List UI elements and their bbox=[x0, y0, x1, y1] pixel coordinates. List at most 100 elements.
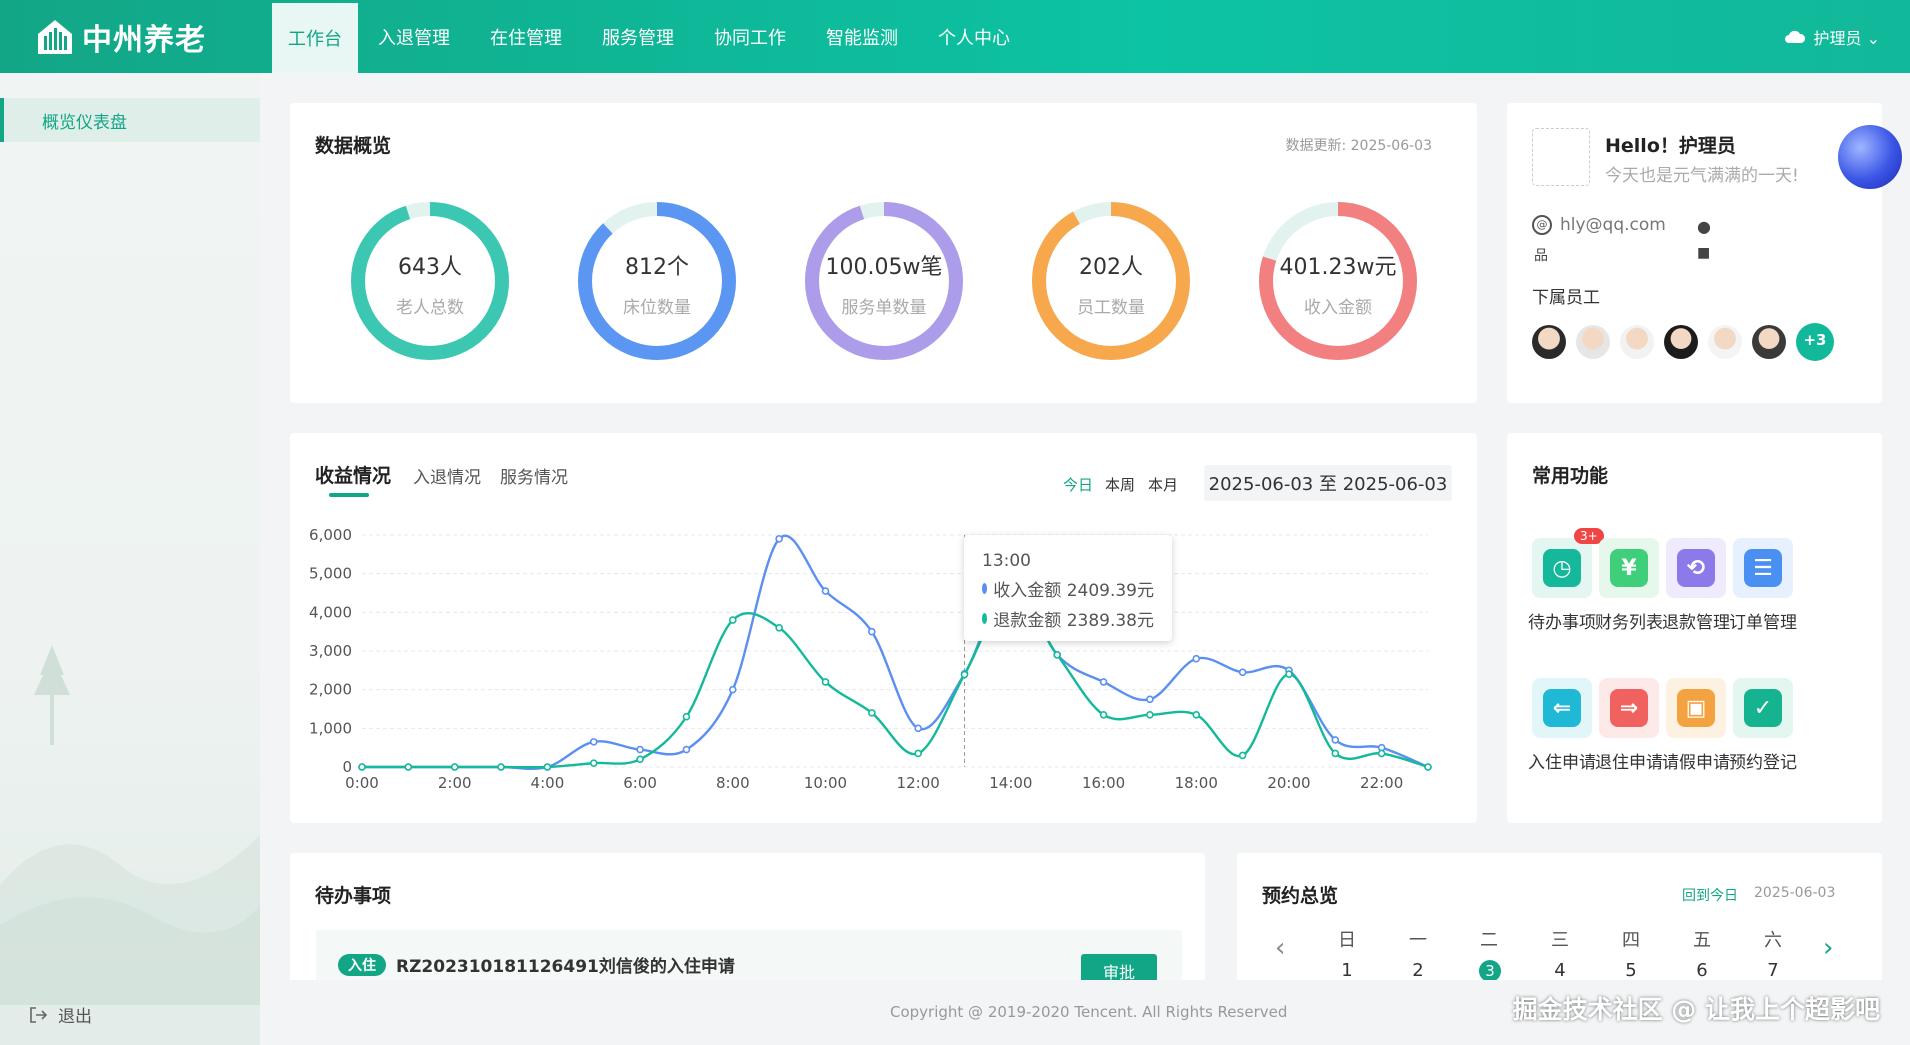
logout-button[interactable]: 退出 bbox=[28, 1002, 92, 1027]
calendar-day[interactable]: 5 bbox=[1611, 960, 1651, 981]
stat-label: 床位数量 bbox=[623, 298, 691, 318]
data-point[interactable] bbox=[821, 678, 830, 686]
data-point[interactable] bbox=[868, 627, 876, 636]
data-point[interactable] bbox=[497, 763, 505, 771]
data-point[interactable] bbox=[775, 624, 783, 632]
calendar-day[interactable]: 3 bbox=[1479, 960, 1501, 982]
data-point[interactable] bbox=[1424, 763, 1432, 771]
nav-admission[interactable]: 入退管理 bbox=[358, 0, 470, 73]
function-icon-glyph: ✓ bbox=[1744, 689, 1782, 727]
data-point[interactable] bbox=[589, 738, 598, 746]
data-point[interactable] bbox=[1099, 678, 1108, 686]
data-point[interactable] bbox=[821, 587, 830, 595]
data-point[interactable] bbox=[404, 763, 413, 771]
data-point[interactable] bbox=[914, 724, 922, 733]
data-point[interactable] bbox=[1238, 751, 1247, 760]
data-point[interactable] bbox=[1331, 736, 1340, 744]
todo-title: 待办事项 bbox=[315, 885, 392, 907]
stat-ring-graphic bbox=[578, 202, 736, 360]
tab-service[interactable]: 服务情况 bbox=[500, 463, 568, 488]
function-label: 请假申请 bbox=[1662, 753, 1730, 773]
y-tick-label: 1,000 bbox=[309, 719, 352, 737]
function-alarm-clock[interactable]: ◷ 待办事项 3+ bbox=[1524, 528, 1604, 633]
nav-services[interactable]: 服务管理 bbox=[582, 0, 694, 73]
range-month[interactable]: 本月 bbox=[1148, 474, 1178, 495]
back-today-link[interactable]: 回到今日 bbox=[1682, 885, 1738, 905]
calendar-day[interactable]: 6 bbox=[1682, 960, 1722, 981]
nav-profile[interactable]: 个人中心 bbox=[918, 0, 1030, 73]
function-leave[interactable]: ▣ 请假申请 bbox=[1658, 678, 1734, 773]
tab-revenue[interactable]: 收益情况 bbox=[315, 461, 391, 488]
range-today[interactable]: 今日 bbox=[1063, 474, 1093, 495]
profile-card: Hello！护理员 今天也是元气满满的一天! @ hly@qq.com ● 品 … bbox=[1507, 103, 1902, 403]
profile-subtitle: 今天也是元气满满的一天! bbox=[1605, 166, 1799, 186]
nav-monitoring[interactable]: 智能监测 bbox=[806, 0, 918, 73]
function-check-in[interactable]: ⇐ 入住申请 bbox=[1524, 678, 1600, 773]
data-point[interactable] bbox=[1192, 711, 1201, 719]
x-tick-label: 16:00 bbox=[1082, 774, 1125, 792]
data-point[interactable] bbox=[1146, 695, 1154, 704]
staff-avatars: +3 bbox=[1532, 323, 1844, 361]
x-tick-label: 18:00 bbox=[1175, 774, 1218, 792]
x-tick-label: 20:00 bbox=[1267, 774, 1310, 792]
data-point[interactable] bbox=[1099, 711, 1108, 719]
data-point[interactable] bbox=[1238, 668, 1247, 677]
more-staff-button[interactable]: +3 bbox=[1796, 323, 1834, 361]
function-order-list[interactable]: ☰ 订单管理 bbox=[1725, 538, 1801, 633]
range-week[interactable]: 本周 bbox=[1105, 474, 1135, 495]
stat-label: 老人总数 bbox=[396, 298, 464, 318]
data-point[interactable] bbox=[1377, 749, 1386, 758]
tooltip-row-income: 收入金额 2409.39元 bbox=[982, 576, 1154, 601]
stat-value: 100.05w笔 bbox=[825, 255, 943, 280]
function-yen-document[interactable]: ¥ 财务列表 bbox=[1591, 538, 1667, 633]
data-point[interactable] bbox=[728, 616, 737, 624]
data-point[interactable] bbox=[682, 712, 691, 721]
data-point[interactable] bbox=[728, 685, 737, 694]
data-point[interactable] bbox=[1192, 654, 1201, 663]
data-point[interactable] bbox=[358, 763, 366, 771]
user-menu[interactable]: 护理员 ⌄ bbox=[1784, 0, 1880, 73]
staff-avatar[interactable] bbox=[1576, 325, 1610, 359]
calendar-day[interactable]: 7 bbox=[1753, 960, 1793, 981]
data-point[interactable] bbox=[1053, 651, 1062, 659]
cloud-icon bbox=[1784, 30, 1805, 43]
data-point[interactable] bbox=[775, 535, 783, 543]
data-point[interactable] bbox=[960, 670, 969, 679]
stat-ring: 812个 床位数量 bbox=[577, 201, 737, 361]
data-point[interactable] bbox=[636, 745, 644, 754]
data-point[interactable] bbox=[914, 749, 922, 758]
calendar-day[interactable]: 1 bbox=[1327, 960, 1367, 981]
staff-avatar[interactable] bbox=[1664, 325, 1698, 359]
data-point[interactable] bbox=[1285, 670, 1293, 678]
app-logo[interactable]: 中州养老 bbox=[0, 0, 272, 73]
sidebar-item-dashboard[interactable]: 概览仪表盘 bbox=[0, 98, 260, 142]
calendar-next-button[interactable]: › bbox=[1823, 933, 1833, 963]
date-range-picker[interactable]: 2025-06-03 至 2025-06-03 bbox=[1204, 465, 1452, 501]
nav-collaboration[interactable]: 协同工作 bbox=[694, 0, 806, 73]
function-refund[interactable]: ⟲ 退款管理 bbox=[1658, 538, 1734, 633]
staff-avatar[interactable] bbox=[1532, 325, 1566, 359]
calendar-prev-button[interactable]: ‹ bbox=[1275, 933, 1285, 963]
data-point[interactable] bbox=[1331, 749, 1340, 758]
tab-admission[interactable]: 入退情况 bbox=[413, 463, 481, 488]
x-tick-label: 6:00 bbox=[623, 774, 657, 792]
data-point[interactable] bbox=[543, 763, 552, 771]
nav-workbench[interactable]: 工作台 bbox=[272, 3, 358, 73]
data-point[interactable] bbox=[682, 745, 691, 754]
data-point[interactable] bbox=[450, 763, 459, 771]
staff-avatar[interactable] bbox=[1752, 325, 1786, 359]
stat-label: 收入金额 bbox=[1304, 298, 1372, 318]
staff-avatar[interactable] bbox=[1708, 325, 1742, 359]
nav-residents[interactable]: 在住管理 bbox=[470, 0, 582, 73]
calendar-day[interactable]: 4 bbox=[1540, 960, 1580, 981]
function-calendar-check[interactable]: ✓ 预约登记 bbox=[1725, 678, 1801, 773]
function-check-out[interactable]: ⇒ 退住申请 bbox=[1591, 678, 1667, 773]
x-tick-label: 0:00 bbox=[345, 774, 379, 792]
staff-avatar[interactable] bbox=[1620, 325, 1654, 359]
x-tick-label: 12:00 bbox=[897, 774, 940, 792]
data-point[interactable] bbox=[589, 759, 598, 767]
data-point[interactable] bbox=[636, 755, 644, 764]
calendar-day[interactable]: 2 bbox=[1398, 960, 1438, 981]
data-point[interactable] bbox=[868, 709, 876, 717]
data-point[interactable] bbox=[1146, 711, 1154, 719]
